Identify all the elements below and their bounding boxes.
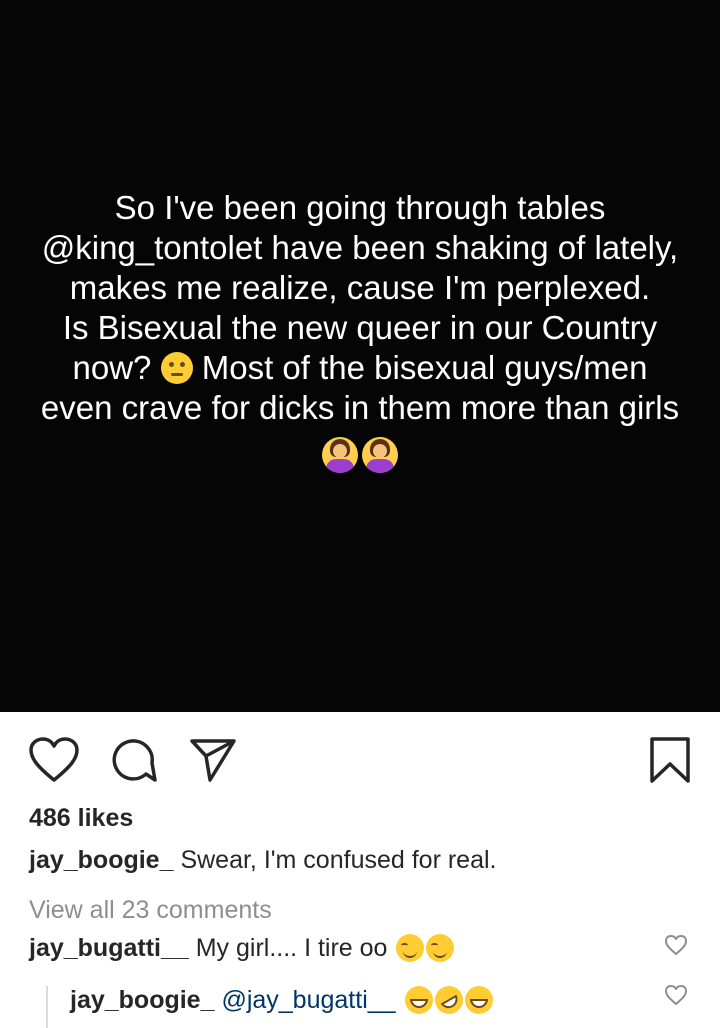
thinking-face-icon [160,352,193,384]
emoji-row [0,437,720,473]
person-tipping-hand-icon [322,437,358,473]
reply-comment: jay_boogie_ @jay_bugatti__ [70,980,493,1020]
heart-icon[interactable] [28,736,80,784]
post-text-lines: So I've been going through tables @king_… [41,189,679,346]
caption: jay_boogie_ Swear, I'm confused for real… [29,846,496,875]
comment-text: My girl.... I tire oo [188,934,395,962]
post-text-line5-end: Most of the bisexual guys/men [192,349,648,386]
bookmark-icon[interactable] [648,736,692,784]
share-icon[interactable] [188,736,238,784]
reply-like-heart-icon[interactable] [664,984,688,1006]
person-shrugging-icon [362,437,398,473]
post-image[interactable]: So I've been going through tables @king_… [0,0,720,712]
reply-username[interactable]: jay_boogie_ [70,986,215,1014]
grinning-squinting-face-icon [464,986,493,1014]
caption-username[interactable]: jay_boogie_ [29,846,174,874]
smiling-face-icon [396,934,425,962]
comment-like-heart-icon[interactable] [664,934,688,956]
comment-icon[interactable] [108,736,158,784]
smiling-face-icon [426,934,455,962]
view-all-comments-link[interactable]: View all 23 comments [29,896,272,925]
reply-thread-line [46,986,48,1028]
grinning-squinting-face-icon [404,986,433,1014]
likes-count[interactable]: 486 likes [29,804,133,833]
caption-text: Swear, I'm confused for real. [173,846,497,874]
reply-mention[interactable]: @jay_bugatti__ [215,986,403,1014]
comment: jay_bugatti__ My girl.... I tire oo [29,934,455,963]
rolling-on-floor-laughing-icon [429,980,468,1020]
comment-username[interactable]: jay_bugatti__ [29,934,189,962]
post-text-line5-start: now? [72,349,161,386]
post-text: So I've been going through tables @king_… [10,188,710,428]
post-text-line6: even crave for dicks in them more than g… [40,389,680,426]
